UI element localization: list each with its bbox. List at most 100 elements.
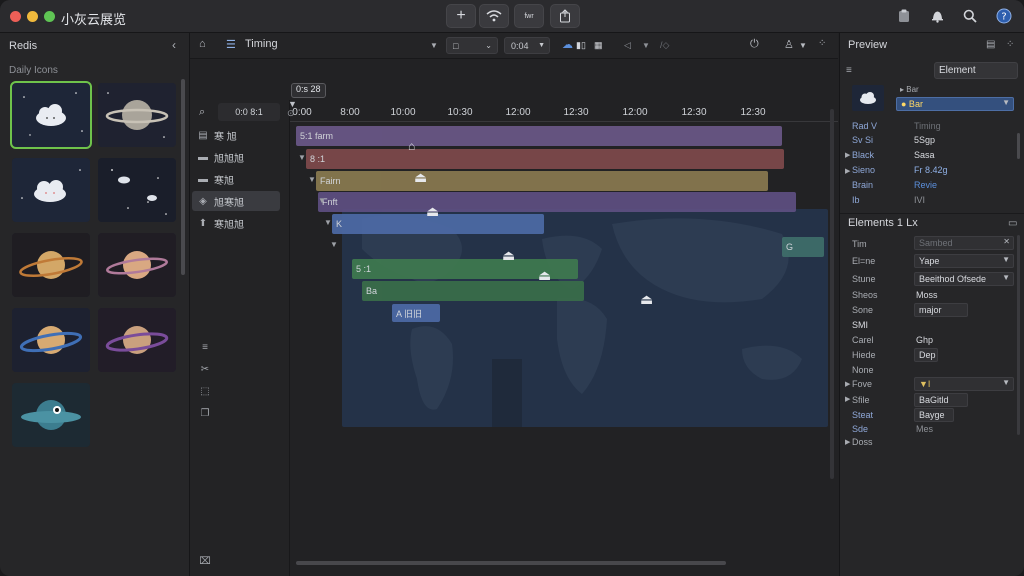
expand-arrow-icon[interactable]: ▶: [845, 438, 850, 446]
minimize-window-button[interactable]: [27, 11, 38, 22]
property-select[interactable]: Beeithod Ofsede ▼: [914, 272, 1014, 286]
menu-icon[interactable]: ≡: [846, 65, 852, 76]
power-icon[interactable]: ⏻: [750, 38, 759, 51]
collapse-section-icon[interactable]: ▭: [1008, 218, 1017, 229]
property-field[interactable]: BaGitld: [914, 393, 968, 407]
chevron-down-icon[interactable]: ▼: [799, 41, 807, 50]
grid-icon[interactable]: ⁘: [1006, 39, 1014, 50]
asset-thumb-saturn-pink[interactable]: [98, 233, 176, 297]
clear-icon[interactable]: ✕: [1003, 237, 1010, 246]
layer-item[interactable]: ⬆ 寒旭旭: [192, 213, 280, 233]
list-icon[interactable]: ☰: [226, 38, 236, 51]
timeline-track[interactable]: 8 :1: [306, 149, 784, 169]
property-field[interactable]: Sambed ✕: [914, 236, 1014, 250]
shape-select[interactable]: □ ⌄: [446, 37, 498, 54]
copy-icon[interactable]: ❐: [198, 408, 212, 422]
tag-icon[interactable]: /◇: [660, 40, 669, 51]
timeline-track[interactable]: 5:1 farm: [296, 126, 782, 146]
expand-arrow-icon[interactable]: ▶: [845, 380, 850, 388]
property-select[interactable]: Yape ▼: [914, 254, 1014, 268]
timeline-vertical-scrollbar[interactable]: [830, 109, 834, 479]
layer-item[interactable]: ▬ 寒旭: [192, 169, 280, 189]
rocket-marker-icon[interactable]: ⏏: [502, 247, 515, 264]
layer-item-selected[interactable]: ◈ 旭寒旭: [192, 191, 280, 211]
grid-small-icon[interactable]: ▦: [594, 40, 603, 51]
layers-search-icon[interactable]: ⌕: [199, 106, 205, 119]
rocket-marker-icon[interactable]: ⏏: [538, 267, 551, 284]
share-button[interactable]: [550, 4, 580, 28]
property-field[interactable]: Dep: [914, 348, 938, 362]
wifi-button[interactable]: [479, 4, 509, 28]
select-icon[interactable]: ⬚: [198, 386, 212, 400]
document-button[interactable]: fwr: [514, 4, 544, 28]
asset-thumb-stars-cloud[interactable]: [98, 158, 176, 222]
rocket-marker-icon[interactable]: ⏏: [640, 291, 653, 308]
home-icon[interactable]: ⌂: [199, 38, 206, 50]
chart-icon[interactable]: ▮▯: [576, 40, 586, 51]
zoom-window-button[interactable]: [44, 11, 55, 22]
time-ruler[interactable]: 0:00 8:00 10:00 10:30 12:00 12:30 12:00 …: [287, 104, 838, 122]
help-icon[interactable]: ?: [994, 6, 1014, 26]
clipboard-icon[interactable]: [894, 6, 914, 26]
expand-arrow-icon[interactable]: ▶: [845, 167, 850, 175]
timeline-track[interactable]: Ba: [362, 281, 584, 301]
sort-icon[interactable]: ≡: [198, 342, 212, 356]
inspector-scrollbar[interactable]: [1017, 235, 1020, 435]
asset-thumb-planet-teal-eye[interactable]: [12, 383, 90, 447]
dropdown-caret-icon[interactable]: ▼: [430, 41, 438, 50]
layer-item[interactable]: ▬ 旭旭旭: [192, 147, 280, 167]
rocket-marker-icon[interactable]: ⌂: [408, 139, 415, 153]
timeline-track[interactable]: Fairn: [316, 171, 768, 191]
expand-arrow-icon[interactable]: ▼: [324, 218, 332, 227]
asset-thumb-saturn-gray[interactable]: [98, 83, 176, 147]
property-value[interactable]: Sasa: [914, 150, 935, 160]
asset-thumb-saturn-blue[interactable]: [12, 308, 90, 372]
property-value[interactable]: Mes: [916, 424, 933, 434]
property-field[interactable]: major: [914, 303, 968, 317]
cloud-upload-icon[interactable]: ☁: [562, 38, 573, 51]
timeline-track[interactable]: Fnft: [318, 192, 796, 212]
layout-icon[interactable]: ▤: [986, 39, 995, 50]
timeline-track[interactable]: A 旧旧: [392, 304, 440, 322]
property-value[interactable]: Timing: [914, 121, 941, 131]
property-value[interactable]: Ghp: [916, 335, 933, 345]
property-value[interactable]: IVI: [914, 195, 925, 205]
rocket-marker-icon[interactable]: ⏏: [426, 203, 439, 220]
scissors-icon[interactable]: ✂: [198, 364, 212, 378]
expand-arrow-icon[interactable]: ▼: [308, 175, 316, 184]
search-icon[interactable]: [960, 6, 980, 26]
time-select[interactable]: 0:04 ▼: [504, 37, 550, 54]
playhead-label[interactable]: 0:s 28: [291, 83, 326, 98]
inspector-scrollbar[interactable]: [1017, 133, 1020, 159]
collapse-panel-icon[interactable]: ‹: [172, 38, 176, 52]
trash-icon[interactable]: ⌧: [198, 556, 212, 570]
expand-arrow-icon[interactable]: ▼: [298, 153, 306, 162]
timeline-horizontal-scrollbar[interactable]: [296, 561, 726, 565]
expand-arrow-icon[interactable]: ▶: [845, 395, 850, 403]
expand-arrow-icon[interactable]: ▼: [318, 196, 326, 205]
bell-icon[interactable]: [927, 6, 947, 26]
asset-thumb-saturn-orange[interactable]: [12, 233, 90, 297]
cursor-icon[interactable]: ◁: [624, 40, 631, 51]
asset-thumb-cloud-white[interactable]: [12, 158, 90, 222]
asset-thumb-saturn-purple[interactable]: [98, 308, 176, 372]
layer-item[interactable]: ▤ 寒 旭: [192, 125, 280, 145]
asset-thumb-cloud-dark[interactable]: [10, 81, 92, 149]
timeline-track[interactable]: G: [782, 237, 824, 257]
close-window-button[interactable]: [10, 11, 21, 22]
filter-icon[interactable]: ▼: [642, 41, 650, 50]
property-field[interactable]: Bayge: [914, 408, 954, 422]
assets-scrollbar[interactable]: [181, 79, 185, 275]
add-button[interactable]: +: [446, 4, 476, 28]
pin-icon[interactable]: ♙: [784, 38, 794, 51]
timeline-canvas[interactable]: 0:s 28 ▼ 0:00 8:00 10:00 10:30 12:00 12:…: [287, 59, 838, 576]
expand-arrow-icon[interactable]: ▼: [330, 240, 338, 249]
tab-element[interactable]: Element: [934, 62, 1018, 79]
expand-arrow-icon[interactable]: ▶: [845, 151, 850, 159]
property-select[interactable]: ▼I ▼: [914, 377, 1014, 391]
property-value[interactable]: Fr 8.42g: [914, 165, 948, 175]
grid-icon[interactable]: ⁘: [818, 38, 826, 49]
property-value[interactable]: Revie: [914, 180, 937, 190]
rocket-marker-icon[interactable]: ⏏: [414, 169, 427, 186]
preview-select[interactable]: ● Bar ▼: [896, 97, 1014, 111]
